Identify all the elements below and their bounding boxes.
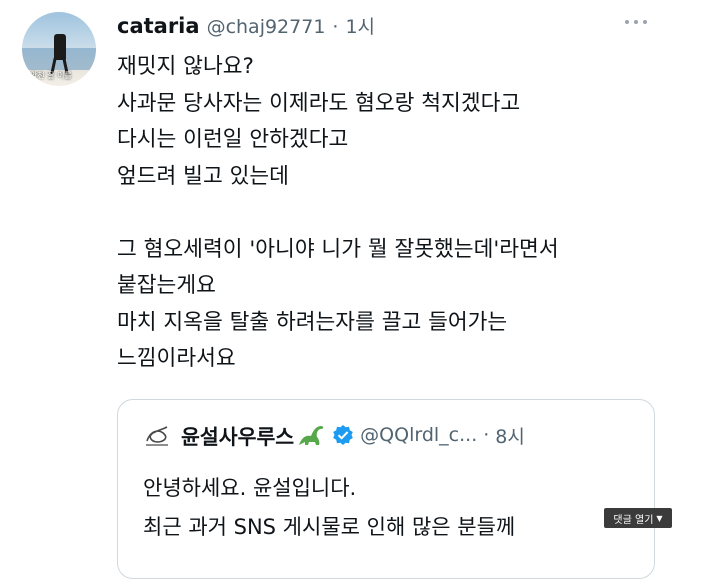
display-name[interactable]: cataria	[117, 14, 200, 38]
caret-down-icon: ▼	[656, 513, 663, 523]
quoted-user-handle[interactable]: @QQlrdl_c...	[360, 424, 477, 446]
swirl-avatar-icon[interactable]	[143, 421, 171, 449]
quoted-tweet-card[interactable]: 윤설사우루스 @QQlrdl_c... · 8시 안녕하세요. 윤설입니다. 최…	[117, 399, 655, 579]
verified-badge-icon	[333, 425, 353, 445]
separator-dot: ·	[332, 16, 339, 38]
avatar-figure	[54, 34, 66, 60]
dinosaur-emoji-icon	[299, 426, 324, 445]
more-dot	[643, 20, 647, 24]
tweet-line: 다시는 이런일 안하겠다고	[117, 127, 349, 152]
more-dot	[625, 20, 629, 24]
open-comments-label: 댓글 열기	[613, 514, 654, 526]
tweet-line	[117, 195, 559, 232]
more-dot	[634, 20, 638, 24]
quoted-tweet-line: 안녕하세요. 윤설입니다.	[143, 476, 357, 500]
tweet-line: 재밋지 않나요?	[117, 54, 254, 79]
tweet-text: 재밋지 않나요? 사과문 당사자는 이제라도 혐오랑 척지겠다고 다시는 이런일…	[117, 49, 559, 378]
quoted-tweet-line: 최근 과거 SNS 게시물로 인해 많은 분들께	[143, 515, 516, 539]
tweet-line: 붙잡는게요	[117, 273, 216, 298]
tweet-line: 엎드려 빌고 있는데	[117, 163, 289, 189]
open-comments-button[interactable]: 댓글 열기 ▼	[604, 508, 672, 528]
quoted-display-name[interactable]: 윤설사우루스	[181, 420, 294, 450]
tweet-line: 마치 지옥을 탈출 하려는자를 끌고 들어가는	[117, 309, 508, 335]
quoted-tweet-header: 윤설사우루스 @QQlrdl_c... · 8시	[143, 420, 525, 450]
tweet-line: 그 혐오세력이 '아니야 니가 뭘 잘못했는데'라면서	[117, 236, 559, 262]
avatar-caption: 악천 잘 이를	[30, 71, 72, 80]
quoted-post-time[interactable]: 8시	[495, 422, 525, 449]
user-avatar[interactable]: 악천 잘 이를	[22, 12, 96, 86]
post-time[interactable]: 1시	[345, 12, 375, 39]
tweet-header: cataria @chaj92771 · 1시	[117, 12, 375, 42]
more-icon[interactable]	[625, 16, 647, 28]
tweet-line: 사과문 당사자는 이제라도 혐오랑 척지겠다고	[117, 90, 521, 116]
tweet-line: 느낌이라서요	[117, 346, 236, 371]
user-handle[interactable]: @chaj92771	[207, 16, 326, 38]
separator-dot: ·	[483, 424, 490, 446]
